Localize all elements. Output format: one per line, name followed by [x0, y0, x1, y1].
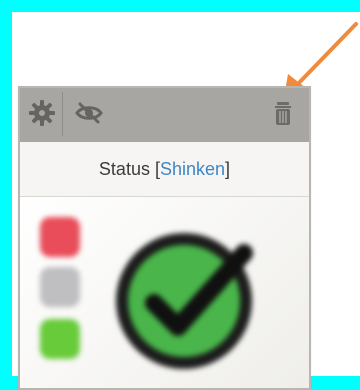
- trash-icon: [275, 102, 291, 125]
- traffic-light: [38, 209, 82, 365]
- traffic-light-gray: [40, 267, 80, 307]
- status-visual: [20, 197, 309, 388]
- traffic-light-red: [40, 217, 80, 257]
- status-widget: Status [Shinken]: [18, 86, 311, 390]
- status-ok-check-icon: [116, 233, 253, 369]
- settings-button[interactable]: [28, 99, 56, 127]
- widget-title: Status [Shinken]: [20, 142, 309, 197]
- module-name-link[interactable]: Shinken: [160, 159, 225, 180]
- traffic-light-green: [40, 319, 80, 359]
- bracket-close: ]: [225, 158, 231, 179]
- status-display: [20, 197, 309, 388]
- eye-slash-icon: [75, 102, 103, 124]
- delete-button[interactable]: [269, 99, 297, 127]
- status-label: Status: [98, 158, 150, 179]
- hide-button[interactable]: [75, 99, 103, 127]
- toolbar-divider: [62, 92, 63, 136]
- gear-icon: [29, 100, 55, 126]
- widget-toolbar: [20, 88, 309, 142]
